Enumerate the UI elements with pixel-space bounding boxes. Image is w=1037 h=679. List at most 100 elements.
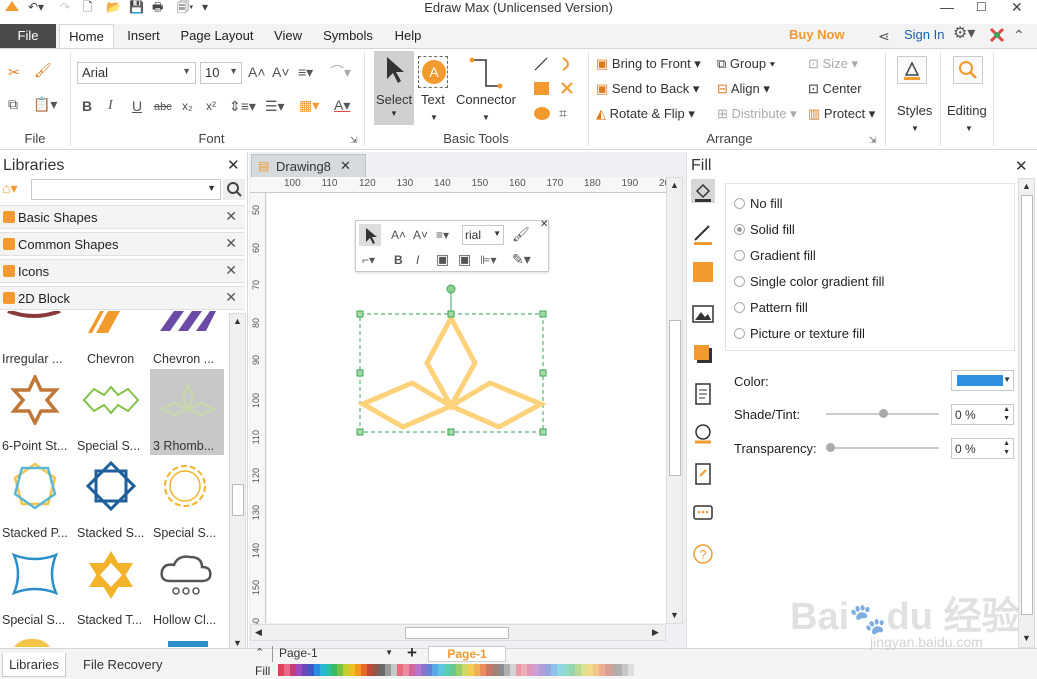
- buy-now-link[interactable]: Buy Now: [789, 27, 845, 42]
- scroll-down-icon[interactable]: ▼: [233, 638, 242, 648]
- irregular-shape-icon[interactable]: [6, 311, 62, 321]
- mini-shrink-font-icon[interactable]: A˅: [413, 227, 428, 243]
- fill-option-pattern-fill[interactable]: Pattern fill: [734, 300, 808, 315]
- tab-symbols[interactable]: Symbols: [318, 24, 378, 48]
- special-shape-orange-icon[interactable]: [160, 461, 210, 511]
- mini-italic-icon[interactable]: I: [416, 252, 419, 268]
- styles-icon[interactable]: [897, 56, 927, 84]
- text-align-icon[interactable]: ≡▾: [298, 64, 313, 80]
- bring-to-front-button[interactable]: ▣ Bring to Front ▾: [596, 56, 701, 72]
- shadow-icon[interactable]: [691, 342, 715, 366]
- canvas-horizontal-scrollbar[interactable]: ◀ ▶: [250, 624, 666, 641]
- font-color-icon[interactable]: A▾: [334, 97, 350, 113]
- fill-option-solid-fill[interactable]: Solid fill: [734, 222, 795, 237]
- rotate-handle[interactable]: [446, 284, 456, 294]
- scrollbar-thumb[interactable]: [232, 484, 244, 516]
- radio-button[interactable]: [734, 302, 745, 313]
- format-painter-icon[interactable]: ✂: [8, 64, 20, 80]
- home-icon[interactable]: ⌂▾: [2, 180, 17, 197]
- mini-close-icon[interactable]: ✕: [540, 219, 548, 230]
- mini-connector-icon[interactable]: ⌐▾: [362, 252, 375, 268]
- file-recovery-tab[interactable]: File Recovery: [83, 657, 162, 672]
- scrollbar-thumb[interactable]: [1021, 195, 1033, 615]
- export-icon[interactable]: 🗐▾: [177, 0, 193, 14]
- send-to-back-button[interactable]: ▣ Send to Back ▾: [596, 81, 699, 97]
- copy-icon[interactable]: ⧉: [8, 96, 18, 112]
- palette-swatch[interactable]: [628, 664, 635, 676]
- crop-tool-icon[interactable]: ⌗: [559, 105, 567, 121]
- resize-handle[interactable]: [447, 428, 455, 436]
- mini-grow-font-icon[interactable]: A˄: [391, 227, 406, 243]
- bullets-icon[interactable]: ☰▾: [265, 98, 285, 114]
- radio-button[interactable]: [734, 250, 745, 261]
- comment-icon[interactable]: [691, 502, 715, 526]
- editing-search-icon[interactable]: [953, 56, 983, 84]
- transparency-slider-thumb[interactable]: [826, 443, 835, 452]
- page-select[interactable]: Page-1 ▼: [272, 646, 395, 662]
- open-file-icon[interactable]: 📂: [106, 0, 121, 14]
- text-background-icon[interactable]: ▦▾: [299, 97, 319, 113]
- mini-send-back-icon[interactable]: ▣: [458, 251, 471, 267]
- connector-icon[interactable]: [466, 56, 506, 93]
- page-properties-icon[interactable]: [691, 382, 715, 406]
- scroll-up-icon[interactable]: ▲: [670, 180, 679, 190]
- library-search-input[interactable]: ▼: [31, 179, 221, 200]
- special-shape-blue-icon[interactable]: [8, 549, 62, 599]
- fill-option-no-fill[interactable]: No fill: [734, 196, 783, 211]
- connector-label[interactable]: Connector: [456, 92, 516, 108]
- shade-value-input[interactable]: 0 % ▲ ▼: [951, 404, 1014, 425]
- print-icon[interactable]: 🖶: [152, 0, 163, 14]
- chevron-purple-icon[interactable]: [160, 311, 216, 333]
- canvas-vertical-scrollbar[interactable]: ▲ ▼: [666, 177, 683, 624]
- search-icon[interactable]: [223, 179, 245, 200]
- libraries-scrollbar[interactable]: ▲ ▼: [229, 313, 246, 651]
- close-category-icon[interactable]: ✕: [225, 262, 237, 279]
- strikethrough-icon[interactable]: abc: [154, 99, 172, 115]
- sign-in-link[interactable]: Sign In: [904, 27, 944, 42]
- radio-button[interactable]: [734, 198, 745, 209]
- line-style-icon[interactable]: [691, 222, 715, 246]
- font-size-select[interactable]: 10 ▼: [200, 62, 242, 84]
- maximize-button[interactable]: ☐: [976, 0, 987, 14]
- line-spacing-icon[interactable]: ⇕≡▾: [229, 98, 256, 114]
- six-point-star-icon[interactable]: [10, 375, 60, 425]
- align-button[interactable]: ⊟ Align ▾: [717, 81, 770, 97]
- scroll-up-icon[interactable]: ▲: [233, 316, 242, 326]
- share-icon[interactable]: ⋖: [878, 28, 890, 44]
- spinner-icon[interactable]: ▲ ▼: [1003, 405, 1010, 423]
- radio-button[interactable]: [734, 328, 745, 339]
- chevron-orange-icon[interactable]: [86, 311, 138, 333]
- undo-icon[interactable]: ↶▾: [28, 0, 44, 14]
- size-button[interactable]: ⊡ Size ▾: [808, 56, 858, 72]
- protect-button[interactable]: ▥ Protect ▾: [808, 106, 875, 122]
- grow-font-icon[interactable]: A˄: [248, 64, 266, 80]
- close-category-icon[interactable]: ✕: [225, 235, 237, 252]
- fill-option-single-color-gradient[interactable]: Single color gradient fill: [734, 274, 884, 289]
- stacked-polygon-icon[interactable]: [10, 461, 60, 511]
- resize-handle[interactable]: [539, 310, 547, 318]
- special-shape-green-icon[interactable]: [82, 385, 140, 415]
- tab-page-layout[interactable]: Page Layout: [176, 24, 258, 48]
- radio-button[interactable]: [734, 276, 745, 287]
- close-libraries-icon[interactable]: ✕: [227, 156, 240, 174]
- library-category-basic-shapes[interactable]: Basic Shapes ✕: [0, 205, 245, 229]
- center-button[interactable]: ⊡ Center: [808, 81, 862, 97]
- page-tab-active[interactable]: Page-1: [428, 646, 506, 662]
- document-tab[interactable]: ▤ Drawing8 ✕: [251, 154, 366, 178]
- tab-home[interactable]: Home: [59, 24, 114, 48]
- radio-button-selected[interactable]: [734, 224, 745, 235]
- help-icon[interactable]: ?: [691, 542, 715, 566]
- shrink-font-icon[interactable]: A˅: [272, 64, 290, 80]
- styles-button-label[interactable]: Styles: [897, 103, 932, 119]
- save-icon[interactable]: 💾: [129, 0, 144, 14]
- minimize-button[interactable]: —: [940, 0, 954, 14]
- close-window-button[interactable]: ✕: [1011, 0, 1023, 14]
- library-category-common-shapes[interactable]: Common Shapes ✕: [0, 232, 245, 256]
- mini-paint-icon[interactable]: 🖌: [512, 226, 530, 242]
- mini-distribute-icon[interactable]: ⊫▾: [480, 252, 496, 268]
- fill-option-picture-texture[interactable]: Picture or texture fill: [734, 326, 865, 341]
- rectangle-tool-icon[interactable]: [534, 82, 549, 95]
- libraries-bottom-tab[interactable]: Libraries: [2, 653, 66, 677]
- fill-option-gradient-fill[interactable]: Gradient fill: [734, 248, 816, 263]
- font-family-select[interactable]: Arial ▼: [77, 62, 196, 84]
